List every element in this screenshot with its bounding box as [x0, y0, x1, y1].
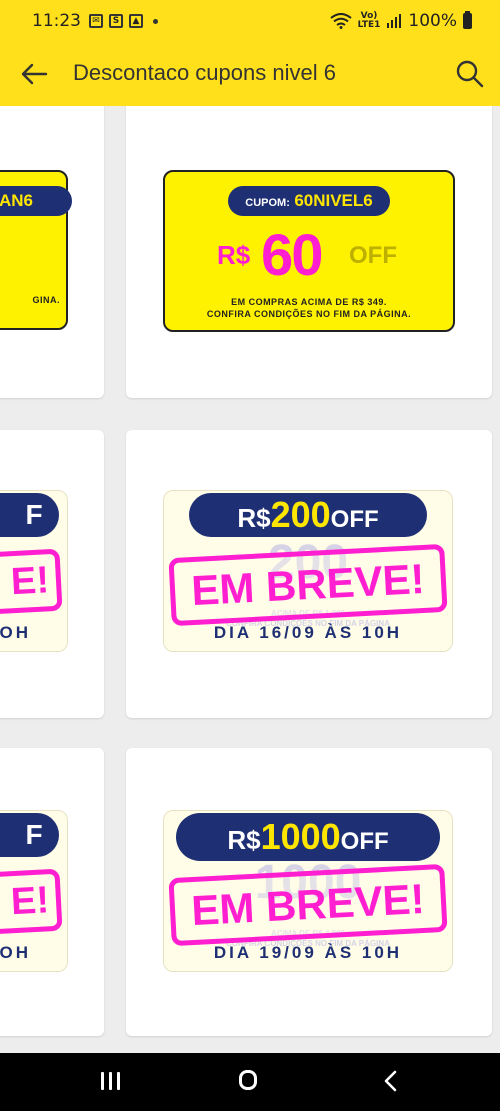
- discount-amount: 60: [261, 223, 323, 288]
- page-title: Descontaco cupons nivel 6: [73, 60, 336, 85]
- wifi-icon: [329, 13, 352, 29]
- discount-currency: R$: [237, 503, 271, 533]
- coupon-terms: GINA.: [0, 294, 60, 306]
- coupon-terms-line: CONFIRA CONDIÇÕES NO FIM DA PÁGINA.: [206, 309, 412, 319]
- coupon-code-pill: AN6: [0, 186, 72, 216]
- signal-icon: [387, 14, 402, 28]
- coupon-terms-line: EM COMPRAS ACIMA DE R$ 349.: [231, 297, 387, 307]
- coupon-list[interactable]: AN6 GINA. CUPOM: 60NIVEL6 R$ 60 OFF EM C…: [0, 106, 500, 1053]
- shop-icon: S: [109, 14, 123, 28]
- discount-pill-text: F: [25, 499, 43, 530]
- coming-soon-stamp: E!: [0, 868, 63, 936]
- lte-indicator: Vo) LTE1: [358, 12, 381, 30]
- discount-value: R$ 60 OFF: [217, 222, 407, 288]
- system-nav-bar: [0, 1053, 500, 1111]
- discount-pill: F: [0, 493, 59, 537]
- coupon-code: 60NIVEL6: [294, 191, 373, 210]
- coupon-card-partial[interactable]: F E! OH: [0, 748, 104, 1036]
- coupon-terms-line: GINA.: [32, 295, 60, 305]
- battery-percentage: 100%: [408, 11, 457, 31]
- coupon-code-pill: CUPOM: 60NIVEL6: [228, 186, 390, 216]
- discount-amount: 200: [270, 494, 331, 535]
- nav-back-icon[interactable]: [381, 1070, 401, 1092]
- coupon-code: AN6: [0, 191, 33, 210]
- coupon-card-partial[interactable]: F E! OH: [0, 430, 104, 718]
- coupon-banner: 1000 ACIMA DE R$ 4.800 CONFIRA CONDIÇÕES…: [163, 810, 453, 972]
- back-arrow-icon[interactable]: [18, 58, 50, 90]
- discount-amount: 1000: [260, 816, 341, 857]
- coupon-card-partial[interactable]: AN6 GINA.: [0, 106, 104, 398]
- discount-currency: R$: [227, 825, 261, 855]
- discount-currency: R$: [217, 240, 251, 270]
- discount-pill-text: F: [25, 819, 43, 850]
- lte-bottom-label: LTE1: [357, 20, 381, 30]
- search-icon[interactable]: [454, 58, 486, 90]
- mail-icon: ✉: [89, 14, 103, 28]
- system-icons: Vo) LTE1 100%: [329, 11, 472, 31]
- home-icon[interactable]: [239, 1070, 257, 1090]
- coupon-banner: AN6 GINA.: [0, 170, 72, 330]
- release-date: OH: [0, 623, 31, 642]
- gallery-icon: ▲: [129, 14, 143, 28]
- coupon-banner: CUPOM: 60NIVEL6 R$ 60 OFF EM COMPRAS ACI…: [163, 170, 455, 332]
- coupon-banner: F E! OH: [0, 810, 68, 972]
- coming-soon-stamp: EM BREVE!: [168, 543, 448, 627]
- release-date: DIA 19/09 ÀS 10H: [213, 943, 403, 962]
- discount-off-label: OFF: [330, 506, 379, 533]
- notification-icons: ✉ S ▲: [89, 14, 158, 28]
- status-time: 11:23: [32, 11, 81, 31]
- coming-soon-text: E!: [9, 879, 51, 924]
- battery-icon: [463, 11, 472, 29]
- coupon-banner: 200 ACIMA DE R$ 1.200 CONFIRA CONDIÇÕES …: [163, 490, 453, 652]
- more-notifications-icon: [153, 18, 158, 24]
- coupon-card[interactable]: 1000 ACIMA DE R$ 4.800 CONFIRA CONDIÇÕES…: [126, 748, 492, 1036]
- release-date: DIA 16/09 ÀS 10H: [213, 623, 403, 642]
- coming-soon-stamp: E!: [0, 548, 63, 616]
- coupon-card[interactable]: 200 ACIMA DE R$ 1.200 CONFIRA CONDIÇÕES …: [126, 430, 492, 718]
- app-bar: Descontaco cupons nivel 6: [0, 42, 500, 106]
- discount-off-label: OFF: [349, 242, 397, 269]
- coupon-terms: EM COMPRAS ACIMA DE R$ 349. CONFIRA COND…: [165, 296, 453, 320]
- discount-pill: F: [0, 813, 59, 857]
- recent-apps-icon[interactable]: [101, 1072, 121, 1090]
- status-bar: 11:23 ✉ S ▲ Vo) LTE1 100%: [0, 0, 500, 42]
- coming-soon-stamp: EM BREVE!: [168, 863, 448, 947]
- discount-pill: R$1000OFF: [176, 813, 440, 861]
- coupon-card[interactable]: CUPOM: 60NIVEL6 R$ 60 OFF EM COMPRAS ACI…: [126, 106, 492, 398]
- coupon-banner: F E! OH: [0, 490, 68, 652]
- discount-pill: R$200OFF: [189, 493, 427, 537]
- coupon-label: CUPOM:: [245, 197, 290, 209]
- discount-off-label: OFF: [340, 828, 389, 855]
- coming-soon-text: E!: [9, 559, 51, 604]
- release-date: OH: [0, 943, 31, 962]
